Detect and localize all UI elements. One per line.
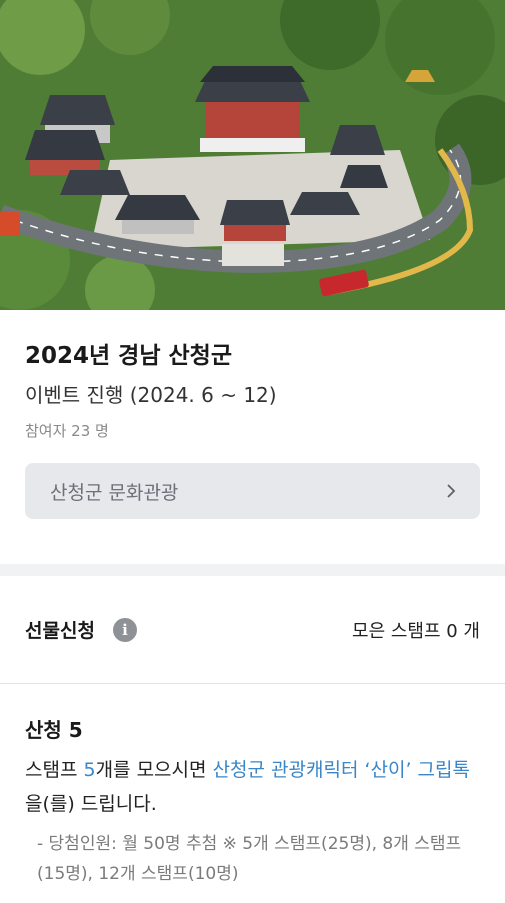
desc-mid: 개를 모으시면: [95, 759, 213, 781]
reward-name: 산청군 관광캐릭터 ‘산이’ 그립톡: [212, 759, 470, 781]
desc-prefix: 스탬프: [25, 759, 84, 781]
stamp-count-highlight: 5: [83, 759, 96, 781]
org-link-label: 산청군 문화관광: [50, 481, 179, 504]
gift-request-title: 선물신청: [25, 620, 95, 642]
winner-note: - 당첨인원: 월 50명 추첨 ※ 5개 스탬프(25명), 8개 스탬프(1…: [37, 834, 462, 884]
participant-count: 참여자 23 명: [25, 422, 109, 440]
stage-section: 산청 5 스탬프 5개를 모으시면 산청군 관광캐릭터 ‘산이’ 그립톡을(를)…: [0, 684, 505, 889]
chevron-right-icon: [447, 484, 456, 498]
hero-image: [0, 0, 505, 310]
stage-description: 스탬프 5개를 모으시면 산청군 관광캐릭터 ‘산이’ 그립톡을(를) 드립니다…: [25, 753, 480, 821]
hero-illustration: [0, 0, 505, 310]
event-title: 2024년 경남 산청군: [25, 343, 232, 369]
event-info: 2024년 경남 산청군 이벤트 진행 (2024. 6 ~ 12) 참여자 2…: [0, 310, 505, 519]
info-icon[interactable]: i: [112, 617, 137, 642]
event-period: 이벤트 진행 (2024. 6 ~ 12): [25, 383, 277, 407]
org-link-button[interactable]: 산청군 문화관광: [25, 463, 480, 519]
collected-stamps-count: 모은 스탬프 0 개: [352, 620, 480, 642]
section-divider: [0, 564, 505, 576]
desc-suffix: 을(를) 드립니다.: [25, 793, 157, 815]
gift-request-row: 선물신청 i 모은 스탬프 0 개: [0, 576, 505, 684]
stage-title: 산청 5: [25, 718, 83, 742]
